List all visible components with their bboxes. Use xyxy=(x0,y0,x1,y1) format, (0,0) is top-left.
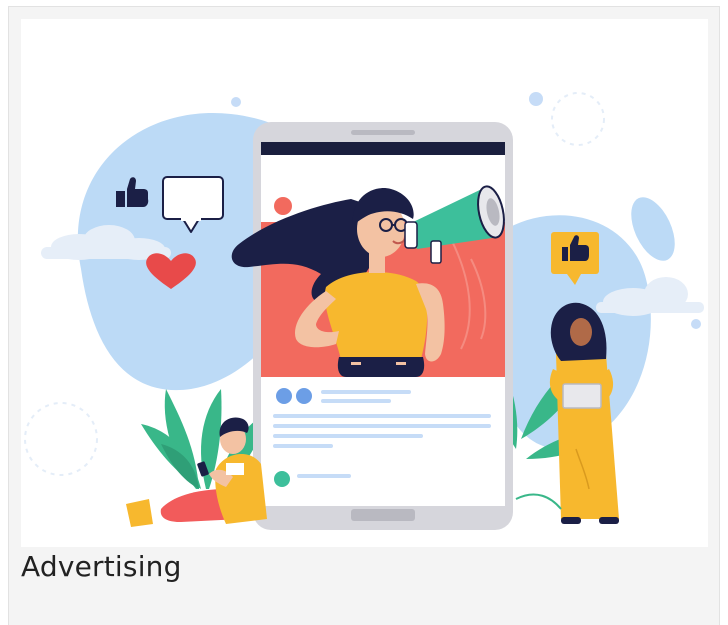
caption: Advertising xyxy=(21,550,182,583)
image-card[interactable]: Advertising xyxy=(8,6,720,625)
laptop-icon xyxy=(562,383,602,409)
advertising-illustration xyxy=(21,19,708,547)
